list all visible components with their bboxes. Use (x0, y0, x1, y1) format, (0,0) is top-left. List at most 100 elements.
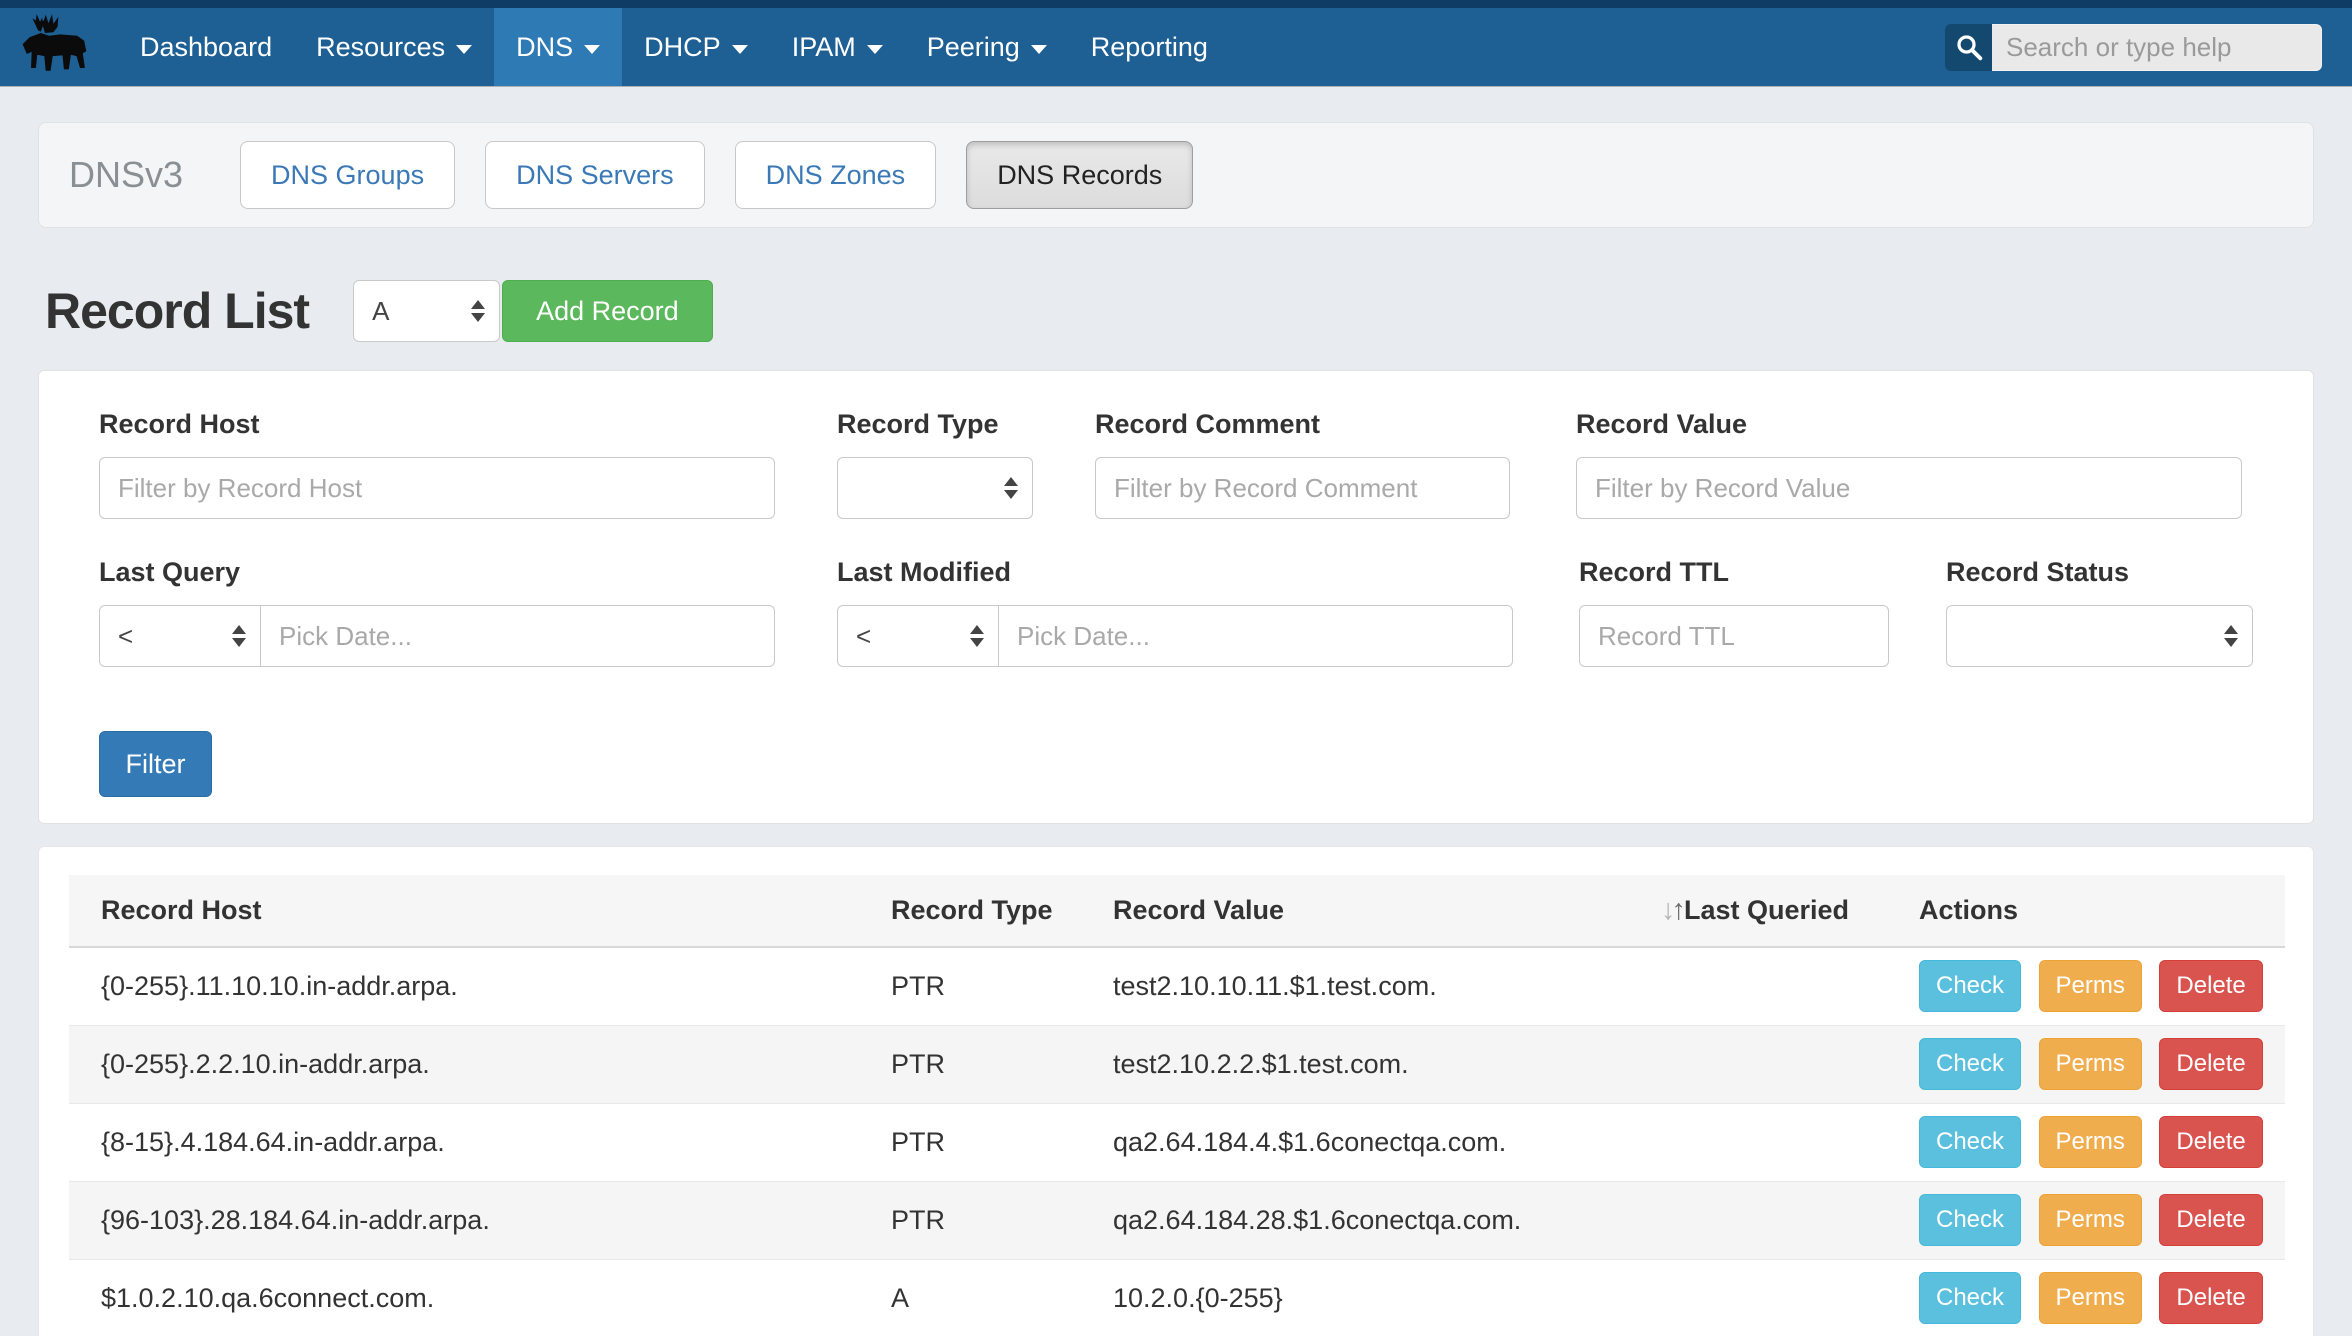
chevron-down-icon (584, 45, 600, 54)
delete-button[interactable]: Delete (2159, 1038, 2262, 1090)
nav-menu: Dashboard Resources DNS DHCP IPAM Peerin… (118, 8, 1230, 86)
check-button[interactable]: Check (1919, 1272, 2021, 1324)
nav-item-peering[interactable]: Peering (905, 8, 1069, 86)
last-modified-label: Last Modified (837, 557, 1513, 588)
perms-button[interactable]: Perms (2039, 1116, 2142, 1168)
last-query-operator-select[interactable]: < (99, 605, 261, 667)
record-host-cell: $1.0.2.10.qa.6connect.com. (69, 1259, 859, 1336)
filter-row-1: Record Host Record Type Record Comment R… (99, 409, 2253, 519)
tab-dns-groups[interactable]: DNS Groups (240, 141, 455, 209)
add-record-button[interactable]: Add Record (502, 280, 713, 342)
last-queried-cell (1629, 1181, 1887, 1259)
search-input[interactable] (1992, 24, 2322, 71)
delete-button[interactable]: Delete (2159, 1116, 2262, 1168)
records-table: Record Host Record Type Record Value ↓↑L… (69, 875, 2285, 1336)
last-modified-controls: < (837, 605, 1513, 667)
last-modified-operator-select[interactable]: < (837, 605, 999, 667)
page-title: Record List (45, 282, 309, 340)
record-type-label: Record Type (837, 409, 1033, 440)
tab-label: DNS Groups (271, 160, 424, 191)
delete-button[interactable]: Delete (2159, 1194, 2262, 1246)
last-queried-cell (1629, 947, 1887, 1025)
last-queried-cell (1629, 1025, 1887, 1103)
nav-item-dhcp[interactable]: DHCP (622, 8, 770, 86)
filter-field-record-type: Record Type (837, 409, 1033, 519)
record-host-input[interactable] (99, 457, 775, 519)
record-value-cell: test2.10.2.2.$1.test.com. (1081, 1025, 1629, 1103)
perms-button[interactable]: Perms (2039, 1194, 2142, 1246)
check-button[interactable]: Check (1919, 1194, 2021, 1246)
last-modified-date-input[interactable] (999, 605, 1513, 667)
delete-button[interactable]: Delete (2159, 960, 2262, 1012)
perms-button[interactable]: Perms (2039, 1272, 2142, 1324)
record-value-cell: test2.10.10.11.$1.test.com. (1081, 947, 1629, 1025)
last-queried-cell (1629, 1103, 1887, 1181)
record-host-label: Record Host (99, 409, 775, 440)
actions-cell: Check Perms Delete (1887, 1181, 2285, 1259)
check-button[interactable]: Check (1919, 1038, 2021, 1090)
nav-item-label: Dashboard (140, 32, 272, 63)
record-type-cell: PTR (859, 1181, 1081, 1259)
last-modified-operator-value: < (856, 621, 871, 652)
record-value-label: Record Value (1576, 409, 2242, 440)
column-header-record-type: Record Type (859, 875, 1081, 947)
app-logo[interactable] (0, 8, 118, 86)
column-header-last-queried[interactable]: ↓↑Last Queried (1629, 875, 1887, 947)
record-host-cell: {96-103}.28.184.64.in-addr.arpa. (69, 1181, 859, 1259)
actions-cell: Check Perms Delete (1887, 1103, 2285, 1181)
nav-item-reporting[interactable]: Reporting (1069, 8, 1230, 86)
search-button[interactable] (1945, 24, 1992, 71)
record-type-add-select[interactable]: A (353, 280, 500, 342)
actions-cell: Check Perms Delete (1887, 1259, 2285, 1336)
window-top-strip (0, 0, 2352, 8)
record-comment-input[interactable] (1095, 457, 1510, 519)
record-status-label: Record Status (1946, 557, 2253, 588)
chevron-down-icon (867, 45, 883, 54)
filter-field-record-value: Record Value (1576, 409, 2242, 519)
record-value-cell: qa2.64.184.4.$1.6conectqa.com. (1081, 1103, 1629, 1181)
last-queried-cell (1629, 1259, 1887, 1336)
filter-field-last-query: Last Query < (99, 557, 775, 667)
sort-icon[interactable]: ↓↑ (1661, 894, 1682, 926)
record-status-select[interactable] (1946, 605, 2253, 667)
table-row: {0-255}.2.2.10.in-addr.arpa. PTR test2.1… (69, 1025, 2285, 1103)
column-header-record-value: Record Value (1081, 875, 1629, 947)
nav-item-ipam[interactable]: IPAM (770, 8, 905, 86)
tab-dns-zones[interactable]: DNS Zones (735, 141, 937, 209)
dns-subnav-panel: DNSv3 DNS Groups DNS Servers DNS Zones D… (38, 122, 2314, 228)
table-row: {96-103}.28.184.64.in-addr.arpa. PTR qa2… (69, 1181, 2285, 1259)
select-arrows-icon (471, 300, 485, 322)
column-header-label: Last Queried (1684, 895, 1849, 925)
tab-dns-records[interactable]: DNS Records (966, 141, 1193, 209)
record-type-select[interactable] (837, 457, 1033, 519)
filter-button[interactable]: Filter (99, 731, 212, 797)
delete-button[interactable]: Delete (2159, 1272, 2262, 1324)
nav-item-label: Resources (316, 32, 445, 63)
last-query-controls: < (99, 605, 775, 667)
last-query-date-input[interactable] (261, 605, 775, 667)
nav-right-section (1945, 8, 2352, 86)
record-ttl-input[interactable] (1579, 605, 1889, 667)
actions-cell: Check Perms Delete (1887, 1025, 2285, 1103)
record-value-input[interactable] (1576, 457, 2242, 519)
table-row: {0-255}.11.10.10.in-addr.arpa. PTR test2… (69, 947, 2285, 1025)
check-button[interactable]: Check (1919, 1116, 2021, 1168)
last-query-operator-value: < (118, 621, 133, 652)
nav-item-dashboard[interactable]: Dashboard (118, 8, 294, 86)
chevron-down-icon (1031, 45, 1047, 54)
tab-label: DNS Servers (516, 160, 674, 191)
check-button[interactable]: Check (1919, 960, 2021, 1012)
nav-item-resources[interactable]: Resources (294, 8, 494, 86)
filter-field-record-comment: Record Comment (1095, 409, 1510, 519)
perms-button[interactable]: Perms (2039, 1038, 2142, 1090)
column-header-actions: Actions (1887, 875, 2285, 947)
nav-item-dns[interactable]: DNS (494, 8, 622, 86)
record-host-cell: {0-255}.11.10.10.in-addr.arpa. (69, 947, 859, 1025)
select-arrows-icon (2224, 625, 2238, 647)
filter-field-record-host: Record Host (99, 409, 775, 519)
moose-icon (11, 12, 107, 82)
filter-field-record-ttl: Record TTL (1579, 557, 1889, 667)
tab-dns-servers[interactable]: DNS Servers (485, 141, 705, 209)
record-type-cell: PTR (859, 1103, 1081, 1181)
perms-button[interactable]: Perms (2039, 960, 2142, 1012)
